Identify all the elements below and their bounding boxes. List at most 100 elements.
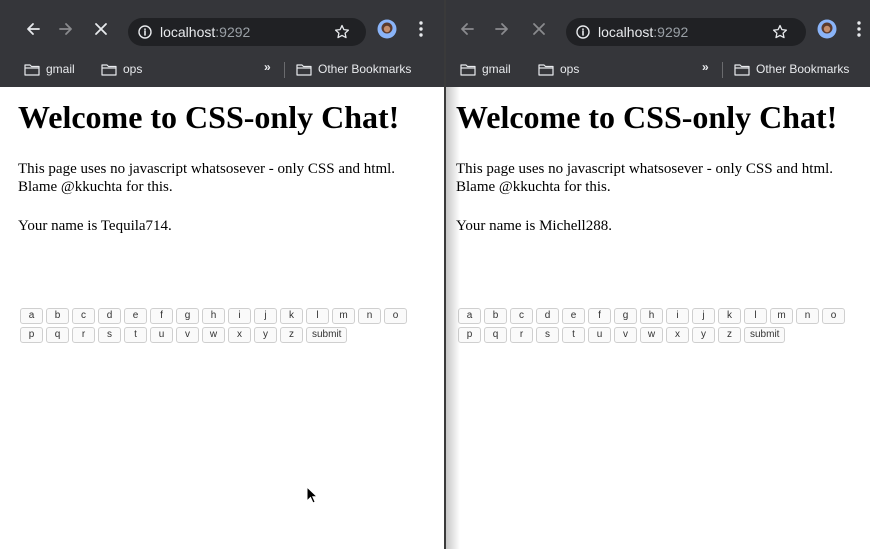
forward-arrow-icon[interactable] [55,18,77,40]
key-q[interactable]: q [484,327,507,343]
key-a[interactable]: a [458,308,481,324]
key-g[interactable]: g [176,308,199,324]
key-w[interactable]: w [640,327,663,343]
bookmark-gmail[interactable]: gmail [24,60,75,78]
key-c[interactable]: c [72,308,95,324]
key-m[interactable]: m [332,308,355,324]
letter-keyboard: abcdefghijklmno p q r s t u v w x y z submit [458,308,845,346]
key-p[interactable]: p [20,327,43,343]
key-o[interactable]: o [822,308,845,324]
key-c[interactable]: c [510,308,533,324]
bookmark-gmail[interactable]: gmail [460,60,511,78]
key-v[interactable]: v [176,327,199,343]
key-d[interactable]: d [536,308,559,324]
key-k[interactable]: k [718,308,741,324]
bookmark-star-icon[interactable] [772,24,788,40]
key-i[interactable]: i [666,308,689,324]
bookmarks-overflow-button[interactable]: » [702,60,709,74]
browser-window-right: localhost:9292 gmail ops » Other Bookmar… [446,0,870,549]
key-l[interactable]: l [744,308,767,324]
other-bookmarks[interactable]: Other Bookmarks [296,60,411,78]
bookmarks-bar: gmail ops » Other Bookmarks [446,52,870,87]
key-g[interactable]: g [614,308,637,324]
key-t[interactable]: t [124,327,147,343]
more-menu-icon[interactable] [848,18,870,40]
key-w[interactable]: w [202,327,225,343]
key-u[interactable]: u [588,327,611,343]
key-s[interactable]: s [98,327,121,343]
bookmark-star-icon[interactable] [334,24,350,40]
more-menu-icon[interactable] [410,18,432,40]
bookmark-ops[interactable]: ops [101,60,142,78]
keyboard-row-1: abcdefghijklmno [20,308,407,324]
key-h[interactable]: h [640,308,663,324]
key-b[interactable]: b [484,308,507,324]
key-r[interactable]: r [510,327,533,343]
bookmarks-bar: gmail ops » Other Bookmarks [0,52,444,87]
key-e[interactable]: e [562,308,585,324]
key-v[interactable]: v [614,327,637,343]
key-y[interactable]: y [254,327,277,343]
key-e[interactable]: e [124,308,147,324]
key-m[interactable]: m [770,308,793,324]
key-z[interactable]: z [718,327,741,343]
forward-arrow-icon[interactable] [491,18,513,40]
key-h[interactable]: h [202,308,225,324]
key-k[interactable]: k [280,308,303,324]
url-port: :9292 [215,24,251,40]
site-info-icon[interactable] [138,25,152,39]
submit-button[interactable]: submit [306,327,348,343]
stop-loading-icon[interactable] [90,18,112,40]
key-q[interactable]: q [46,327,69,343]
key-x[interactable]: x [666,327,689,343]
key-r[interactable]: r [72,327,95,343]
url-host: localhost [598,24,654,40]
user-name-line: Your name is Michell288. [456,218,612,234]
key-i[interactable]: i [228,308,251,324]
key-j[interactable]: j [254,308,277,324]
address-bar[interactable]: localhost:9292 [566,18,806,46]
keyboard-row-1: abcdefghijklmno [458,308,845,324]
key-z[interactable]: z [280,327,303,343]
key-a[interactable]: a [20,308,43,324]
key-x[interactable]: x [228,327,251,343]
key-f[interactable]: f [150,308,173,324]
page-intro: This page uses no javascript whatsosever… [456,161,834,195]
browser-toolbar: localhost:9292 [446,0,870,58]
address-bar[interactable]: localhost:9292 [128,18,366,46]
user-name-line: Your name is Tequila714. [18,218,172,234]
mouse-pointer-icon [306,486,318,504]
key-p[interactable]: p [458,327,481,343]
key-o[interactable]: o [384,308,407,324]
key-d[interactable]: d [98,308,121,324]
bookmark-ops[interactable]: ops [538,60,579,78]
key-y[interactable]: y [692,327,715,343]
profile-avatar-icon[interactable] [816,18,838,40]
back-arrow-icon[interactable] [22,18,44,40]
key-j[interactable]: j [692,308,715,324]
browser-toolbar: localhost:9292 [0,0,444,58]
key-t[interactable]: t [562,327,585,343]
profile-avatar-icon[interactable] [376,18,398,40]
bookmark-label: ops [123,62,143,76]
site-info-icon[interactable] [576,25,590,39]
browser-window-left: localhost:9292 gmail ops » Other Bookmar… [0,0,444,549]
other-bookmarks[interactable]: Other Bookmarks [734,60,849,78]
bookmarks-overflow-button[interactable]: » [264,60,271,74]
key-l[interactable]: l [306,308,329,324]
back-arrow-icon[interactable] [456,18,478,40]
key-n[interactable]: n [358,308,381,324]
url-host: localhost [160,24,216,40]
page-title: Welcome to CSS-only Chat! [18,99,400,135]
key-f[interactable]: f [588,308,611,324]
stop-loading-icon[interactable] [528,18,550,40]
letter-keyboard: abcdefghijklmno p q r s t u v w x y z submit [20,308,407,346]
submit-button[interactable]: submit [744,327,786,343]
key-u[interactable]: u [150,327,173,343]
key-s[interactable]: s [536,327,559,343]
key-n[interactable]: n [796,308,819,324]
bookmark-label: gmail [46,62,75,76]
key-b[interactable]: b [46,308,69,324]
page-title: Welcome to CSS-only Chat! [456,99,838,135]
page-content: Welcome to CSS-only Chat! This page uses… [446,87,870,549]
